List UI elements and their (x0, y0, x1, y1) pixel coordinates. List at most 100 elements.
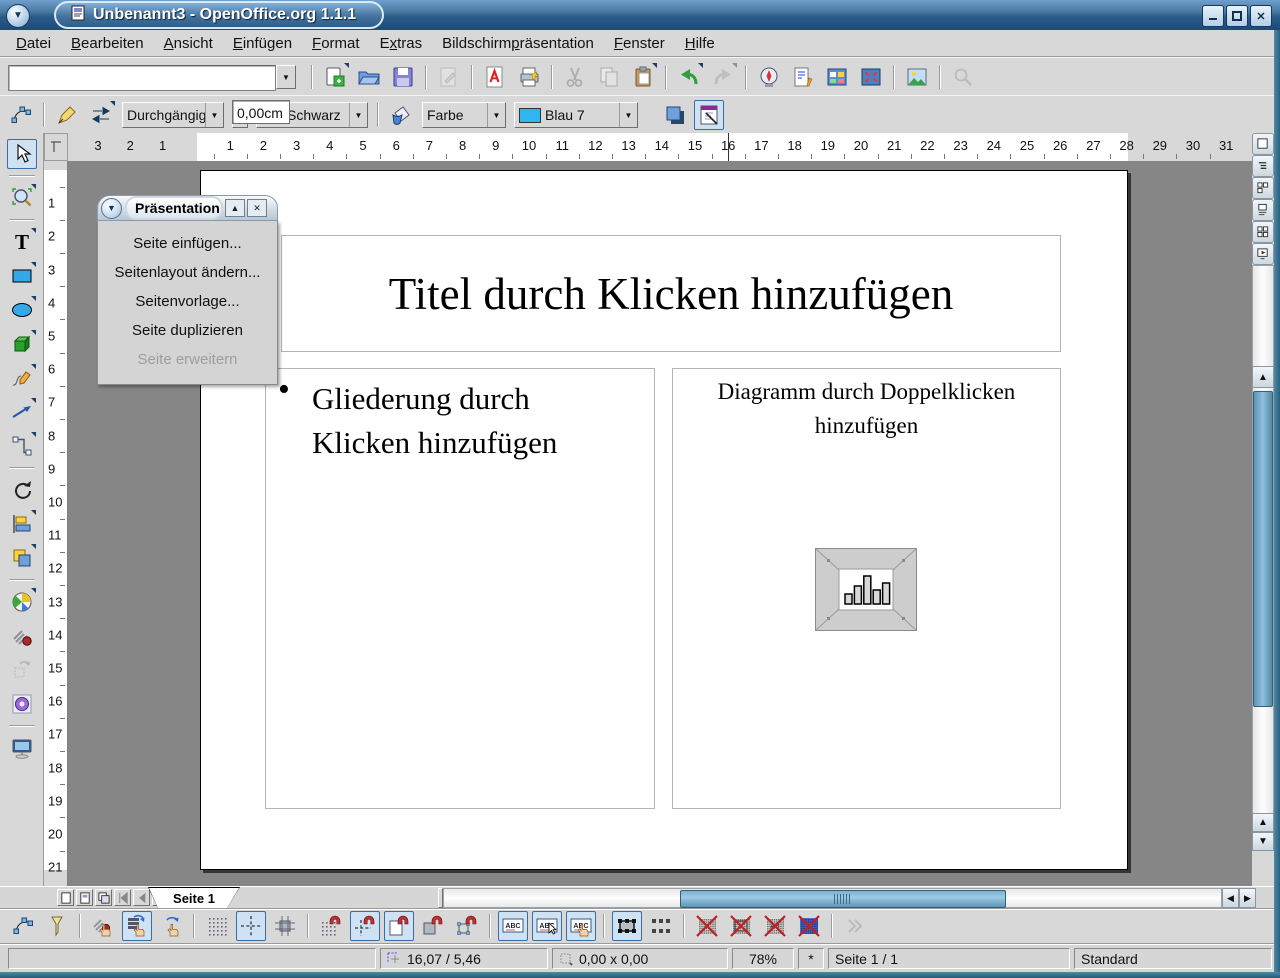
dropdown-corner-icon[interactable] (31, 544, 36, 549)
dropdown-corner-icon[interactable] (31, 364, 36, 369)
fill-color-combo[interactable]: Blau 7 ▼ (514, 102, 638, 128)
fill-can-icon[interactable] (386, 100, 416, 130)
dropdown-corner-icon[interactable] (732, 63, 737, 68)
stylist-icon[interactable] (788, 62, 818, 92)
gallery-icon[interactable] (822, 62, 852, 92)
page-tab[interactable]: Seite 1 (148, 887, 240, 908)
maximize-button[interactable] (1226, 5, 1248, 27)
hairlines-icon[interactable] (794, 911, 824, 941)
arrange-icon[interactable] (7, 543, 37, 573)
panel-item-seite-einf-gen[interactable]: Seite einfügen... (98, 229, 277, 258)
outline-placeholder[interactable]: • Gliederung durch Klicken hinzufügen (265, 368, 655, 809)
menu-extras[interactable]: Extras (370, 32, 433, 55)
url-dropdown-button[interactable]: ▼ (276, 65, 296, 89)
rotate-icon[interactable] (7, 475, 37, 505)
insert-graphics-icon[interactable] (902, 62, 932, 92)
helplines-moving-icon[interactable] (270, 911, 300, 941)
snap-to-margins-icon[interactable] (384, 911, 414, 941)
arrow-ends-icon[interactable] (86, 100, 116, 130)
snap-to-grid-icon[interactable] (316, 911, 346, 941)
navigator-icon[interactable] (754, 62, 784, 92)
scroll-down-button[interactable]: ▼ (1252, 832, 1274, 851)
snap-to-snap-lines-icon[interactable] (350, 911, 380, 941)
vertical-ruler[interactable]: 123456789101112131415161718192021 (44, 161, 68, 886)
chart-placeholder[interactable]: Diagramm durch Doppelklicken hinzufügen (672, 368, 1061, 809)
status-template-field[interactable]: Standard (1074, 948, 1272, 969)
print-icon[interactable] (514, 62, 544, 92)
new-document-icon[interactable] (320, 62, 350, 92)
3d-controller-icon[interactable] (7, 689, 37, 719)
rectangle-icon[interactable] (7, 261, 37, 291)
scroll-right-button[interactable]: ▶ (1239, 888, 1256, 908)
picture-placeholder-icon[interactable] (692, 911, 722, 941)
insert-object-icon[interactable] (7, 587, 37, 617)
3d-object-icon[interactable] (7, 329, 37, 359)
line-style-combo[interactable]: Durchgängig ▼ (122, 102, 224, 128)
line-style-dropdown[interactable]: ▼ (205, 103, 223, 127)
drawing-view-icon[interactable] (1252, 133, 1274, 155)
snap-to-points-icon[interactable] (452, 911, 482, 941)
menu-bearbeiten[interactable]: Bearbeiten (61, 32, 154, 55)
paste-icon[interactable] (628, 62, 658, 92)
menu-einfgen[interactable]: Einfügen (223, 32, 302, 55)
dropdown-corner-icon[interactable] (31, 228, 36, 233)
panel-item-seitenvorlage[interactable]: Seitenvorlage... (98, 287, 277, 316)
scroll-up-button-2[interactable]: ▲ (1252, 813, 1274, 832)
dropdown-corner-icon[interactable] (31, 262, 36, 267)
select-text-area-icon[interactable]: ABC (532, 911, 562, 941)
line-color-dropdown[interactable]: ▼ (349, 103, 367, 127)
alignment-icon[interactable] (7, 509, 37, 539)
horizontal-ruler[interactable]: 3211234567891011121314151617181920212223… (68, 133, 1252, 162)
page-mode-icon[interactable] (57, 889, 74, 906)
slide-page[interactable]: Titel durch Klicken hinzufügen • Glieder… (200, 170, 1128, 870)
notes-view-icon[interactable] (1252, 199, 1274, 221)
show-grid-icon[interactable] (202, 911, 232, 941)
status-zoom-field[interactable]: 78% (732, 948, 794, 969)
vertical-scrollbar-thumb[interactable] (1253, 391, 1273, 707)
handout-view-icon[interactable] (1252, 221, 1274, 243)
outline-view-icon[interactable] (1252, 155, 1274, 177)
save-icon[interactable] (388, 62, 418, 92)
scroll-left-button-2[interactable]: ◀ (1222, 888, 1239, 908)
status-page-field[interactable]: Seite 1 / 1 (828, 948, 1070, 969)
menu-fenster[interactable]: Fenster (604, 32, 675, 55)
text-icon[interactable]: T (7, 227, 37, 257)
select-icon[interactable] (7, 139, 37, 169)
panel-menu-button[interactable]: ▼ (101, 198, 122, 219)
title-placeholder[interactable]: Titel durch Klicken hinzufügen (281, 235, 1061, 352)
menu-format[interactable]: Format (302, 32, 370, 55)
menu-hilfe[interactable]: Hilfe (675, 32, 725, 55)
master-mode-icon[interactable] (76, 889, 93, 906)
horizontal-scrollbar[interactable] (443, 888, 1222, 908)
menu-bildschirmprsentation[interactable]: Bildschirmpräsentation (432, 32, 604, 55)
panel-title-bar[interactable]: ▼ Präsentation ▲ ✕ (97, 195, 278, 221)
zoom-icon[interactable] (7, 183, 37, 213)
dropdown-corner-icon[interactable] (652, 63, 657, 68)
ellipse-icon[interactable] (7, 295, 37, 325)
panel-close-button[interactable]: ✕ (247, 199, 267, 217)
status-size-field[interactable]: 0,00 x 0,00 (552, 948, 728, 969)
layer-mode-icon[interactable] (95, 889, 112, 906)
doubleclick-edit-icon[interactable]: ABC (566, 911, 596, 941)
dropdown-corner-icon[interactable] (31, 588, 36, 593)
horizontal-scrollbar-thumb[interactable] (680, 890, 1006, 908)
fill-type-combo[interactable]: Farbe ▼ (422, 102, 506, 128)
dropdown-corner-icon[interactable] (344, 63, 349, 68)
panel-rollup-button[interactable]: ▲ (225, 199, 245, 217)
fill-type-dropdown[interactable]: ▼ (487, 103, 505, 127)
export-pdf-icon[interactable] (480, 62, 510, 92)
connector-icon[interactable] (7, 431, 37, 461)
presentation-monitor-icon[interactable] (7, 733, 37, 763)
menu-ansicht[interactable]: Ansicht (154, 32, 223, 55)
dropdown-corner-icon[interactable] (698, 63, 703, 68)
line-width-spinner[interactable]: 0,00cm ▲ ▼ (232, 102, 248, 128)
line-arrow-icon[interactable] (7, 397, 37, 427)
handles-plain-icon[interactable] (646, 911, 676, 941)
scroll-up-button[interactable]: ▲ (1252, 366, 1274, 388)
glue-points-icon[interactable] (42, 911, 72, 941)
dropdown-corner-icon[interactable] (31, 510, 36, 515)
undo-icon[interactable] (674, 62, 704, 92)
slides-view-icon[interactable] (1252, 177, 1274, 199)
dropdown-corner-icon[interactable] (31, 184, 36, 189)
chart-placeholder-icon[interactable] (815, 548, 917, 637)
